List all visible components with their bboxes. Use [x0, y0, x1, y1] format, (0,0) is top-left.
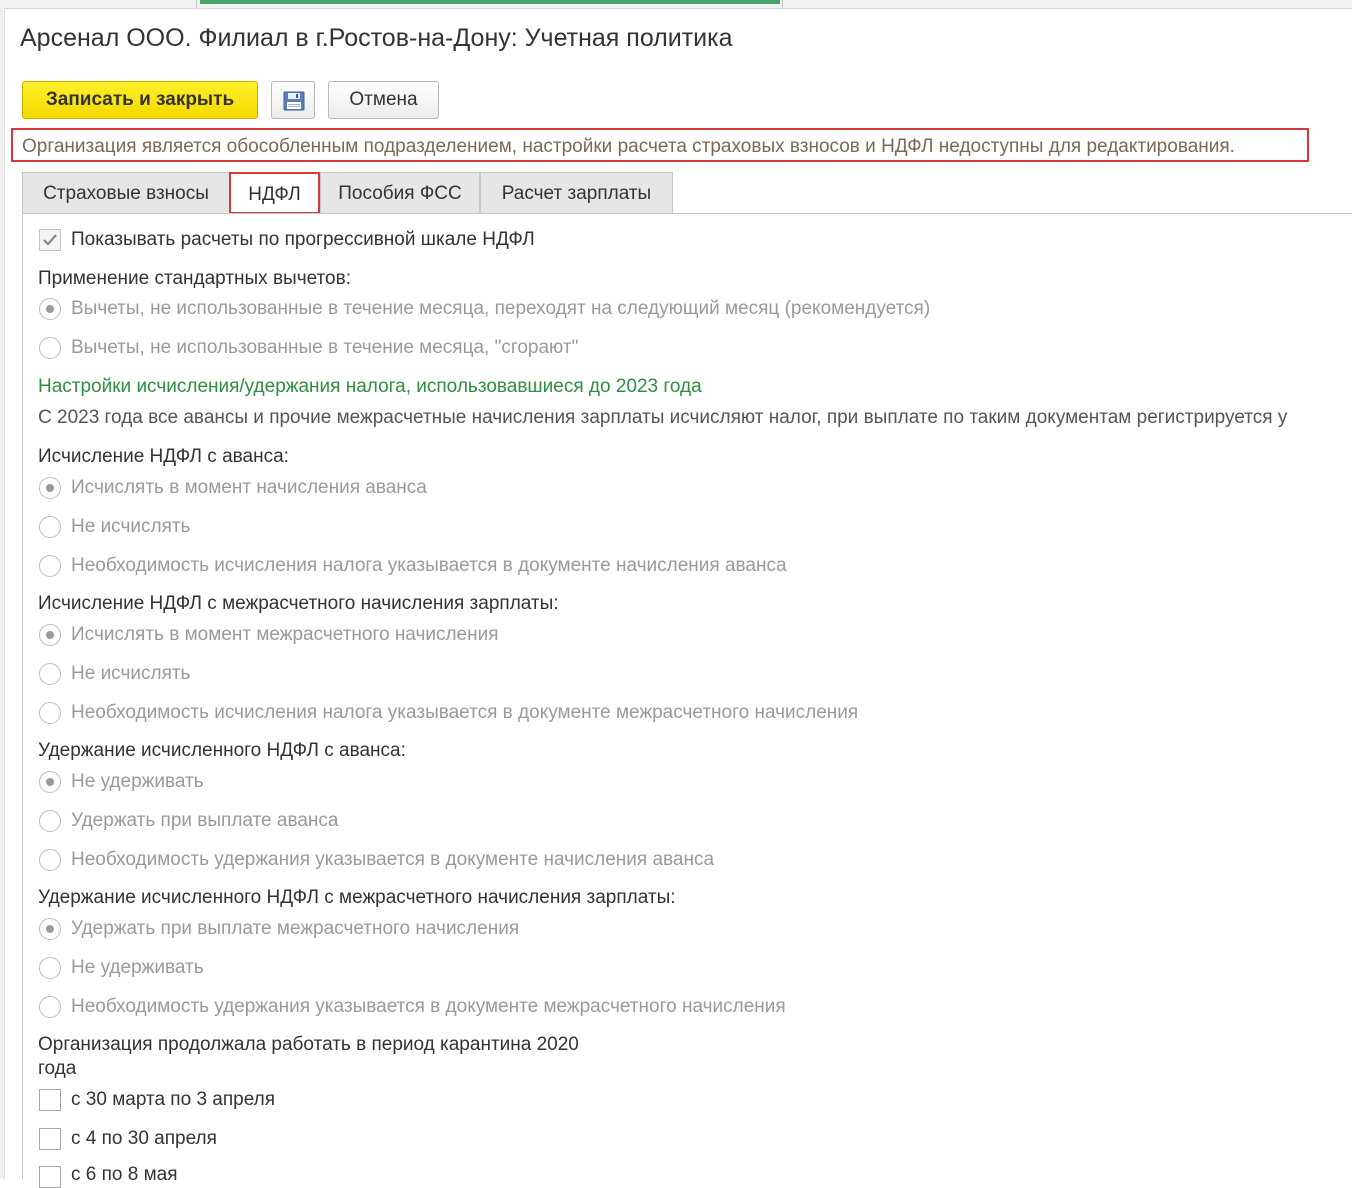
- progressive-scale-label: Показывать расчеты по прогрессивной шкал…: [71, 229, 535, 250]
- advance-withhold-option-0: Не удерживать: [71, 771, 204, 792]
- active-window-tab-indicator[interactable]: [200, 0, 780, 4]
- advance-calc-radio-0[interactable]: [39, 477, 61, 499]
- window-tab-strip: [0, 0, 1352, 9]
- tab-divider: [22, 213, 1352, 214]
- quarantine-period-checkbox-0[interactable]: [39, 1089, 61, 1111]
- interim-withhold-label: Удержание исчисленного НДФЛ с межрасчетн…: [38, 887, 676, 908]
- quarantine-period-checkbox-1[interactable]: [39, 1128, 61, 1150]
- quarantine-period-label-0: с 30 марта по 3 апреля: [71, 1089, 276, 1110]
- advance-calc-label: Исчисление НДФЛ с аванса:: [38, 446, 289, 467]
- quarantine-label-line2: года: [38, 1058, 77, 1079]
- advance-withhold-option-2: Необходимость удержания указывается в до…: [71, 849, 715, 870]
- advance-calc-option-1: Не исчислять: [71, 516, 191, 537]
- advance-calc-option-2: Необходимость исчисления налога указывае…: [71, 555, 787, 576]
- interim-calc-label: Исчисление НДФЛ с межрасчетного начислен…: [38, 593, 559, 614]
- std-deductions-radio-carry[interactable]: [39, 298, 61, 320]
- cancel-button[interactable]: Отмена: [328, 81, 439, 119]
- advance-withhold-radio-0[interactable]: [39, 771, 61, 793]
- tab-ndfl[interactable]: НДФЛ: [229, 172, 320, 214]
- interim-calc-option-1: Не исчислять: [71, 663, 191, 684]
- interim-withhold-radio-0[interactable]: [39, 918, 61, 940]
- interim-withhold-option-2: Необходимость удержания указывается в до…: [71, 996, 786, 1017]
- progressive-scale-checkbox[interactable]: [39, 229, 61, 251]
- quarantine-period-label-2: с 6 по 8 мая: [71, 1164, 178, 1185]
- legacy-settings-info: С 2023 года все авансы и прочие межрасче…: [38, 407, 1288, 428]
- interim-withhold-radio-1[interactable]: [39, 957, 61, 979]
- interim-calc-radio-1[interactable]: [39, 663, 61, 685]
- advance-withhold-option-1: Удержать при выплате аванса: [71, 810, 339, 831]
- quarantine-period-checkbox-2[interactable]: [39, 1166, 61, 1188]
- interim-calc-option-0: Исчислять в момент межрасчетного начисле…: [71, 624, 499, 645]
- interim-withhold-option-0: Удержать при выплате межрасчетного начис…: [71, 918, 520, 939]
- interim-withhold-radio-2[interactable]: [39, 996, 61, 1018]
- checkmark-icon: [43, 234, 57, 246]
- tab-insurance[interactable]: Страховые взносы: [22, 172, 230, 214]
- std-deductions-radio-burn[interactable]: [39, 337, 61, 359]
- quarantine-period-label-1: с 4 по 30 апреля: [71, 1128, 217, 1149]
- std-deductions-option-carry: Вычеты, не использованные в течение меся…: [71, 298, 931, 319]
- left-panel-edge: [0, 8, 5, 1179]
- advance-calc-option-0: Исчислять в момент начисления аванса: [71, 477, 427, 498]
- interim-calc-option-2: Необходимость исчисления налога указывае…: [71, 702, 859, 723]
- advance-withhold-radio-2[interactable]: [39, 849, 61, 871]
- interim-calc-radio-2[interactable]: [39, 702, 61, 724]
- floppy-disk-icon: [283, 91, 305, 111]
- panel-border: [22, 213, 23, 1179]
- tab-separator: [196, 0, 197, 8]
- interim-withhold-option-1: Не удерживать: [71, 957, 204, 978]
- notice-text: Организация является обособленным подраз…: [22, 136, 1235, 157]
- page-title: Арсенал ООО. Филиал в г.Ростов-на-Дону: …: [20, 24, 733, 52]
- advance-calc-radio-2[interactable]: [39, 555, 61, 577]
- advance-calc-radio-1[interactable]: [39, 516, 61, 538]
- advance-withhold-radio-1[interactable]: [39, 810, 61, 832]
- save-button[interactable]: [271, 81, 315, 119]
- tab-separator: [782, 0, 783, 8]
- info-notice: Организация является обособленным подраз…: [11, 128, 1309, 162]
- save-and-close-button[interactable]: Записать и закрыть: [22, 81, 258, 119]
- tab-payroll[interactable]: Расчет зарплаты: [480, 172, 673, 214]
- tab-fss-benefits[interactable]: Пособия ФСС: [320, 172, 480, 214]
- legacy-settings-header: Настройки исчисления/удержания налога, и…: [38, 376, 702, 397]
- advance-withhold-label: Удержание исчисленного НДФЛ с аванса:: [38, 740, 406, 761]
- std-deductions-option-burn: Вычеты, не использованные в течение меся…: [71, 337, 579, 358]
- quarantine-label-line1: Организация продолжала работать в период…: [38, 1034, 579, 1055]
- interim-calc-radio-0[interactable]: [39, 624, 61, 646]
- std-deductions-label: Применение стандартных вычетов:: [38, 268, 351, 289]
